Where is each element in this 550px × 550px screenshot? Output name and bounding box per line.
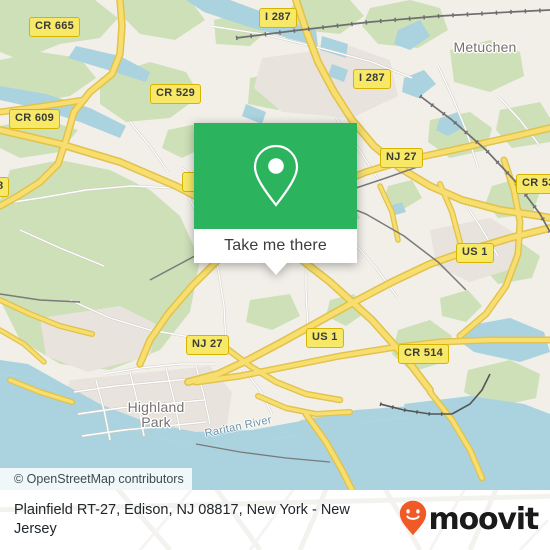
road-shield-us-1-south: US 1	[306, 328, 344, 348]
road-shield-i-287-north: I 287	[259, 8, 297, 28]
road-shield-cr-529: CR 529	[150, 84, 202, 104]
road-shield-nj-27-south: NJ 27	[186, 335, 229, 355]
road-shield-cr-53-clipped: CR 53	[516, 174, 550, 194]
map-canvas[interactable]: Metuchen Highland Park Raritan River CR …	[0, 0, 550, 490]
callout-pin-panel	[194, 123, 357, 229]
road-shield-cr-514: CR 514	[398, 344, 450, 364]
map-share-card: Metuchen Highland Park Raritan River CR …	[0, 0, 550, 550]
road-shield-nj-27-north: NJ 27	[380, 148, 423, 168]
osm-attribution[interactable]: © OpenStreetMap contributors	[0, 468, 192, 490]
take-me-there-button[interactable]: Take me there	[194, 229, 357, 263]
map-pin-icon	[251, 143, 301, 209]
road-shield-8-clipped: 8	[0, 177, 10, 197]
footer-location-title: Plainfield RT-27, Edison, NJ 08817, New …	[14, 502, 350, 537]
callout-tail-pointer	[264, 263, 287, 275]
road-shield-i-287-mid: I 287	[353, 69, 391, 89]
moovit-logo[interactable]: moovit	[399, 500, 540, 541]
road-shield-cr-665: CR 665	[29, 17, 81, 37]
footer-bar: Plainfield RT-27, Edison, NJ 08817, New …	[0, 490, 550, 550]
location-callout-card[interactable]: Take me there	[194, 123, 357, 275]
road-shield-cr-609: CR 609	[9, 109, 61, 129]
moovit-wordmark: moovit	[428, 502, 540, 537]
road-shield-us-1-east: US 1	[456, 243, 494, 263]
moovit-pin-smiley-icon	[399, 500, 427, 541]
